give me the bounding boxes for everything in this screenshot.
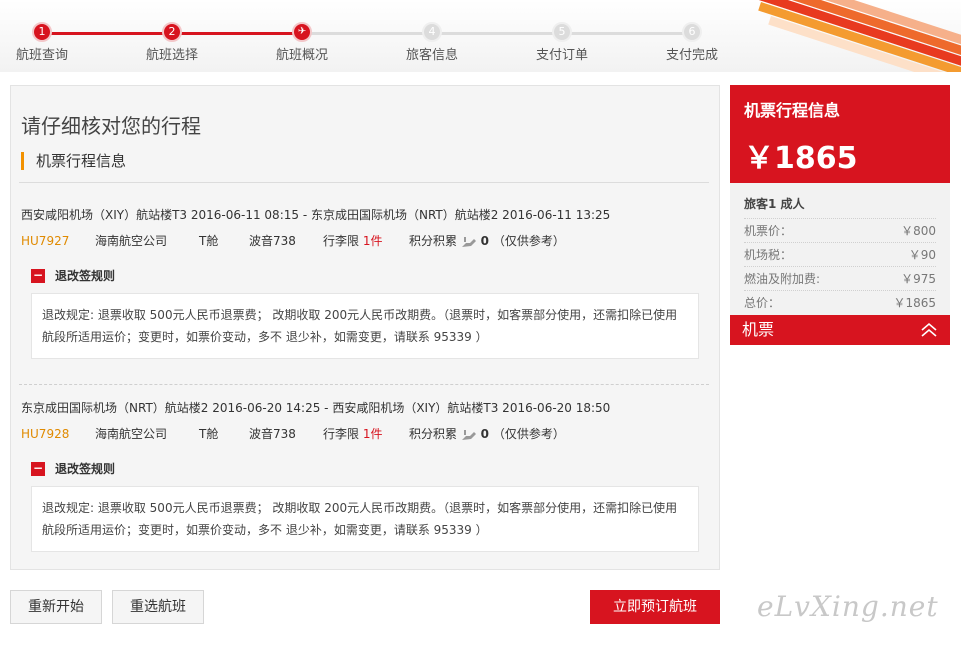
price-row-label: 机场税：	[744, 248, 793, 262]
step-number-4: 4	[422, 22, 442, 42]
flight-segment-return: 东京成田国际机场（NRT）航站楼2 2016-06-20 14:25 - 西安咸…	[21, 399, 711, 552]
points-note: （仅供参考）	[492, 234, 565, 248]
step-flight-search[interactable]: 1 航班查询	[0, 22, 92, 63]
ticket-footer-label: 机票	[742, 320, 775, 339]
rules-line: 退改规定: 退票收取 500元人民币退票费； 改期收取 200元人民币改期费。（…	[42, 308, 678, 322]
section-title: 机票行程信息	[21, 152, 126, 170]
step-payment: 5 支付订单	[512, 22, 612, 63]
step-label: 航班查询	[15, 48, 68, 63]
step-label: 航班概况	[275, 48, 328, 63]
rules-line: 航段所适用运价；变更时，如票价变动，多不 退少补，如需变更，请联系 95339 …	[42, 330, 488, 344]
decorative-stripes	[751, 0, 961, 72]
rules-title: 退改签规则	[55, 269, 116, 283]
step-flight-select[interactable]: 2 航班选择	[122, 22, 222, 63]
segment-divider	[19, 384, 709, 385]
step-payment-done: 6 支付完成	[642, 22, 742, 63]
price-row-value: ￥800	[901, 224, 936, 238]
top-bar: 1 航班查询 2 航班选择 ✈ 航班概况 4 旅客信息 5 支付订单 6 支付完…	[0, 0, 961, 72]
baggage-label: 行李限	[323, 427, 360, 441]
rules-line: 退改规定: 退票收取 500元人民币退票费； 改期收取 200元人民币改期费。（…	[42, 501, 678, 515]
flight-info-row: HU7927 海南航空公司 T舱 波音738 行李限 1件 积分积累 0 （仅供…	[21, 232, 711, 249]
points-hand-icon	[461, 429, 476, 440]
points-label: 积分积累	[409, 234, 458, 248]
price-row-value: ￥975	[901, 272, 936, 286]
book-now-button[interactable]: 立即预订航班	[590, 590, 720, 624]
baggage-label: 行李限	[323, 234, 360, 248]
rules-title: 退改签规则	[55, 462, 116, 476]
cabin-class: T舱	[199, 234, 219, 248]
price-row-label: 总价：	[744, 296, 781, 310]
step-number-2: 2	[162, 22, 182, 42]
flight-segment-outbound: 西安咸阳机场（XIY）航站楼T3 2016-06-11 08:15 - 东京成田…	[21, 206, 711, 359]
rules-toggle[interactable]: − 退改签规则	[31, 267, 711, 284]
price-breakdown: 旅客1 成人 机票价： ￥800 机场税： ￥90 燃油及附加费: ￥975 总…	[730, 183, 950, 315]
price-summary-panel: 机票行程信息 ￥1865 旅客1 成人 机票价： ￥800 机场税： ￥90 燃…	[730, 85, 950, 345]
rules-content: 退改规定: 退票收取 500元人民币退票费； 改期收取 200元人民币改期费。（…	[31, 486, 699, 552]
price-row: 机场税： ￥90	[744, 243, 936, 267]
price-row-label: 机票价：	[744, 224, 793, 238]
step-flight-overview: ✈ 航班概况	[252, 22, 352, 63]
total-price: ￥1865	[744, 141, 858, 176]
collapse-icon: −	[31, 267, 45, 283]
points-note: （仅供参考）	[492, 427, 565, 441]
step-label: 支付订单	[535, 48, 588, 63]
step-label: 支付完成	[665, 48, 718, 63]
step-passenger-info: 4 旅客信息	[382, 22, 482, 63]
flight-info-row: HU7928 海南航空公司 T舱 波音738 行李限 1件 积分积累 0 （仅供…	[21, 425, 711, 442]
rules-line: 航段所适用运价；变更时，如票价变动，多不 退少补，如需变更，请联系 95339 …	[42, 523, 488, 537]
price-row: 机票价： ￥800	[744, 219, 936, 243]
airline-name: 海南航空公司	[95, 427, 168, 441]
aircraft-type: 波音738	[249, 234, 296, 248]
passenger-type: 旅客1 成人	[744, 191, 936, 219]
ticket-collapse-bar[interactable]: 机票	[730, 315, 950, 345]
restart-button[interactable]: 重新开始	[10, 590, 102, 624]
step-label: 旅客信息	[405, 48, 458, 63]
flight-number: HU7928	[21, 426, 70, 441]
rules-toggle[interactable]: − 退改签规则	[31, 460, 711, 477]
price-row: 燃油及附加费: ￥975	[744, 267, 936, 291]
cabin-class: T舱	[199, 427, 219, 441]
collapse-icon: −	[31, 460, 45, 476]
flight-number: HU7927	[21, 233, 70, 248]
rules-content: 退改规定: 退票收取 500元人民币退票费； 改期收取 200元人民币改期费。（…	[31, 293, 699, 359]
baggage-allowance: 行李限 1件	[323, 425, 409, 442]
price-row-value: ￥1865	[893, 296, 936, 310]
step-label: 航班选择	[145, 48, 198, 63]
points-hand-icon	[461, 236, 476, 247]
step-number-1: 1	[32, 22, 52, 42]
points-info: 积分积累 0 （仅供参考）	[409, 425, 565, 442]
aircraft-type: 波音738	[249, 427, 296, 441]
itinerary-panel: 请仔细核对您的行程 机票行程信息 西安咸阳机场（XIY）航站楼T3 2016-0…	[10, 85, 720, 570]
points-info: 积分积累 0 （仅供参考）	[409, 232, 565, 249]
chevron-up-double-icon	[921, 322, 937, 337]
booking-steps: 1 航班查询 2 航班选择 ✈ 航班概况 4 旅客信息 5 支付订单 6 支付完…	[0, 18, 740, 68]
site-logo: eLvXing.net	[757, 590, 939, 623]
baggage-value: 1件	[362, 234, 383, 248]
price-panel-title: 机票行程信息	[744, 101, 841, 120]
divider	[19, 182, 709, 183]
reselect-flight-button[interactable]: 重选航班	[112, 590, 204, 624]
airline-name: 海南航空公司	[95, 234, 168, 248]
price-row: 总价： ￥1865	[744, 291, 936, 315]
points-value: 0	[480, 234, 490, 248]
progress-line-todo	[302, 32, 692, 35]
route-text: 东京成田国际机场（NRT）航站楼2 2016-06-20 14:25 - 西安咸…	[21, 401, 611, 415]
route-text: 西安咸阳机场（XIY）航站楼T3 2016-06-11 08:15 - 东京成田…	[21, 208, 611, 222]
step-number-6: 6	[682, 22, 702, 42]
price-header: 机票行程信息 ￥1865	[730, 85, 950, 183]
baggage-allowance: 行李限 1件	[323, 232, 409, 249]
plane-icon: ✈	[292, 22, 312, 42]
price-row-value: ￥90	[908, 248, 936, 262]
page-title: 请仔细核对您的行程	[21, 114, 201, 138]
price-row-label: 燃油及附加费:	[744, 272, 821, 286]
step-number-5: 5	[552, 22, 572, 42]
points-label: 积分积累	[409, 427, 458, 441]
points-value: 0	[480, 427, 490, 441]
baggage-value: 1件	[362, 427, 383, 441]
